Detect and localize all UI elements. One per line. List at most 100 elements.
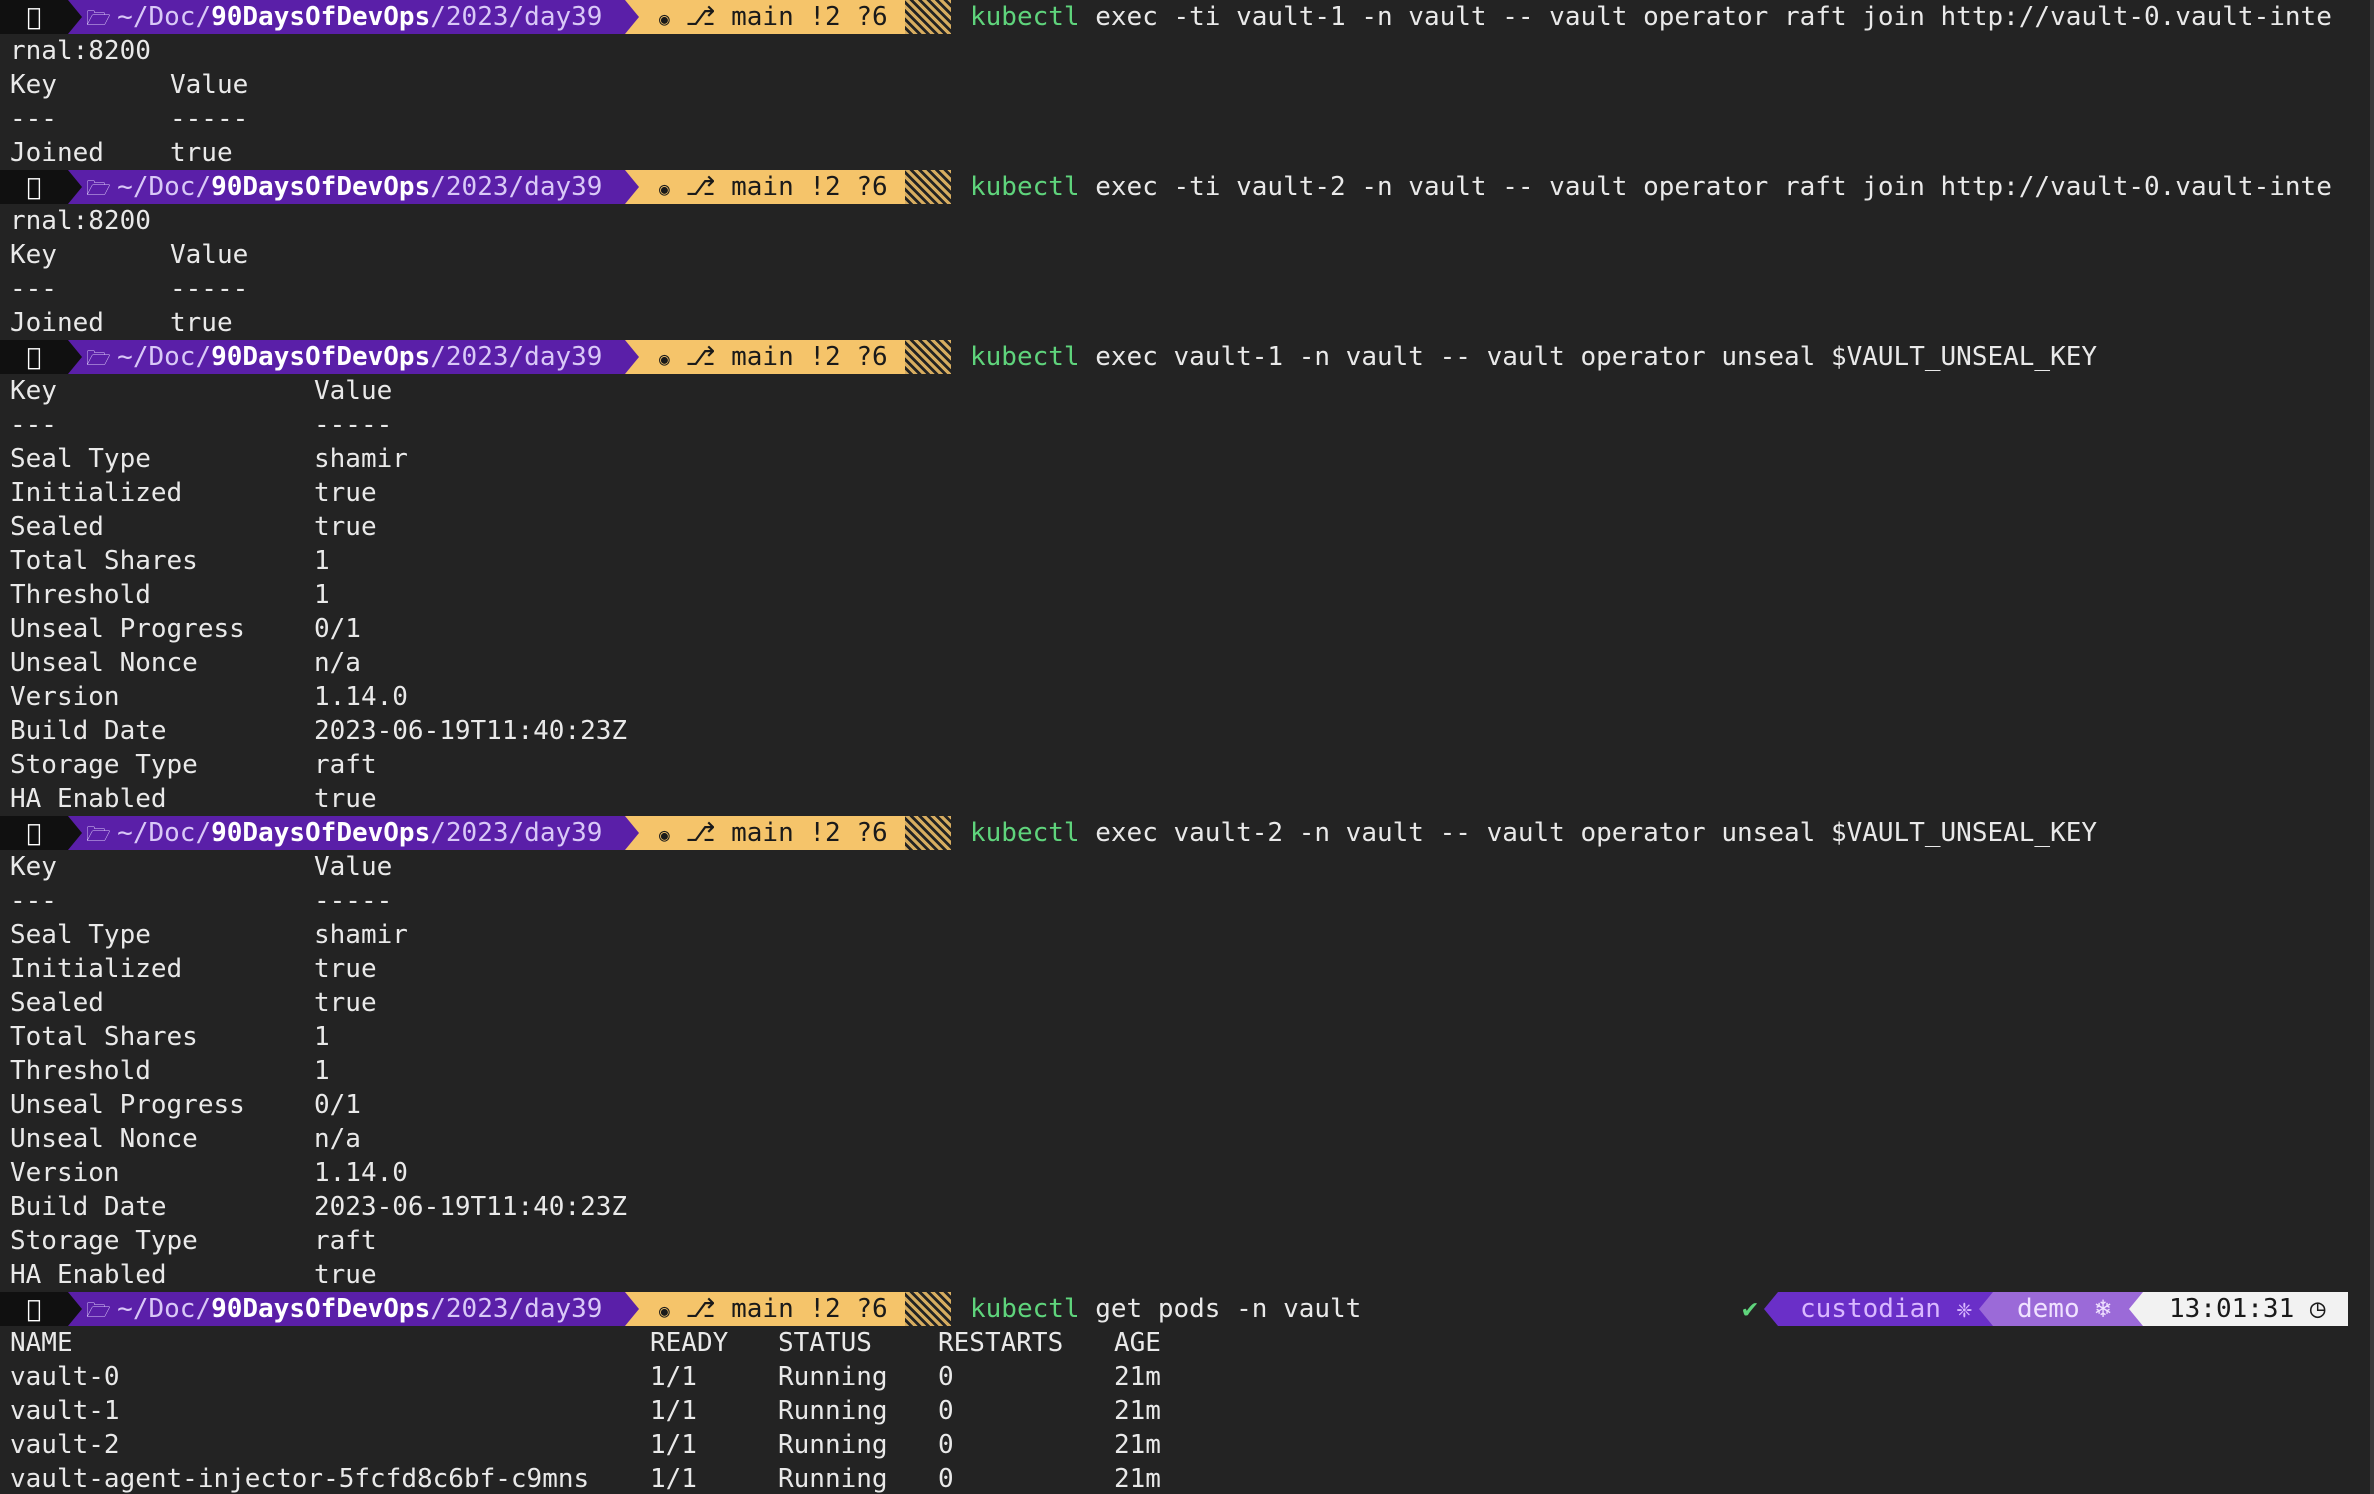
command-text: kubectl exec vault-1 -n vault -- vault o… bbox=[970, 340, 2097, 374]
output-key: --- bbox=[10, 886, 57, 916]
table-header-cell: NAME bbox=[10, 1328, 73, 1358]
table-cell: Running bbox=[778, 1396, 888, 1426]
output-value: 0/1 bbox=[314, 614, 361, 644]
git-branch-icon: ⎇ bbox=[669, 2, 732, 32]
kube-namespace-text: demo bbox=[2017, 1294, 2080, 1324]
output-value: Value bbox=[314, 376, 393, 406]
prompt-git-status: ◉ ⎇ main !2 ?6 bbox=[625, 816, 905, 850]
segment-separator bbox=[625, 816, 639, 850]
snowflake-icon: ❄ bbox=[2079, 1294, 2111, 1324]
output-value: 1 bbox=[314, 546, 330, 576]
prompt-dither-edge bbox=[905, 340, 951, 374]
dir-repo: 90DaysOfDevOps bbox=[211, 172, 431, 202]
prompt-directory: 🗁 ~/Doc/90DaysOfDevOps/2023/day39 bbox=[68, 340, 625, 374]
output-value: 0/1 bbox=[314, 1090, 361, 1120]
output-value: 1 bbox=[314, 1056, 330, 1086]
output-value: true bbox=[314, 784, 377, 814]
prompt-dither-edge bbox=[905, 816, 951, 850]
segment-separator bbox=[625, 340, 639, 374]
command-keyword: kubectl bbox=[970, 342, 1080, 372]
output-key: Seal Type bbox=[10, 444, 151, 474]
output-key: --- bbox=[10, 274, 57, 304]
table-cell: 1/1 bbox=[650, 1396, 697, 1426]
dir-suffix: /2023/day39 bbox=[430, 1294, 603, 1324]
output-value: 1.14.0 bbox=[314, 682, 408, 712]
segment-separator bbox=[68, 1292, 82, 1326]
dir-repo: 90DaysOfDevOps bbox=[211, 1294, 431, 1324]
dir-prefix: ~/Doc/ bbox=[117, 2, 212, 32]
output-value: true bbox=[314, 1260, 377, 1290]
output-key: Sealed bbox=[10, 988, 104, 1018]
prompt-dither-edge bbox=[905, 1292, 951, 1326]
output-value: 1 bbox=[314, 1022, 330, 1052]
time-text: 13:01:31 bbox=[2169, 1294, 2295, 1324]
output-key: Build Date bbox=[10, 716, 167, 746]
git-status-text: main !2 ?6 bbox=[731, 342, 888, 372]
github-icon: ◉ bbox=[659, 825, 670, 846]
git-branch-icon: ⎇ bbox=[669, 818, 732, 848]
output-value: true bbox=[314, 478, 377, 508]
table-cell: 0 bbox=[938, 1396, 954, 1426]
prompt-directory: 🗁 ~/Doc/90DaysOfDevOps/2023/day39 bbox=[68, 816, 625, 850]
table-cell: 21m bbox=[1114, 1362, 1161, 1392]
dir-prefix: ~/Doc/ bbox=[117, 818, 212, 848]
output-value: ----- bbox=[314, 410, 393, 440]
output-value: Value bbox=[170, 70, 249, 100]
output-value: ----- bbox=[170, 274, 249, 304]
output-key: Seal Type bbox=[10, 920, 151, 950]
kube-context: custodian ❈ bbox=[1778, 1292, 1993, 1326]
wrapped-command-text: rnal:8200 bbox=[10, 36, 151, 66]
table-cell: 0 bbox=[938, 1430, 954, 1460]
apple-icon:  bbox=[0, 1292, 68, 1326]
table-cell: 0 bbox=[938, 1464, 954, 1494]
output-key: --- bbox=[10, 104, 57, 134]
output-value: 1 bbox=[314, 580, 330, 610]
prompt-git-status: ◉ ⎇ main !2 ?6 bbox=[625, 1292, 905, 1326]
github-icon: ◉ bbox=[659, 349, 670, 370]
table-cell: 21m bbox=[1114, 1396, 1161, 1426]
table-cell: 1/1 bbox=[650, 1362, 697, 1392]
folder-icon: 🗁 bbox=[86, 822, 118, 846]
scrollbar[interactable] bbox=[2370, 0, 2374, 1494]
dir-prefix: ~/Doc/ bbox=[117, 172, 212, 202]
output-value: 1.14.0 bbox=[314, 1158, 408, 1188]
dir-repo: 90DaysOfDevOps bbox=[211, 2, 431, 32]
table-cell: 1/1 bbox=[650, 1464, 697, 1494]
segment-separator bbox=[625, 170, 639, 204]
output-value: true bbox=[314, 988, 377, 1018]
terminal-window[interactable]: 🗁 ~/Doc/90DaysOfDevOps/2023/day39◉ ⎇ ma… bbox=[0, 0, 2374, 1494]
output-key: Build Date bbox=[10, 1192, 167, 1222]
prompt-directory: 🗁 ~/Doc/90DaysOfDevOps/2023/day39 bbox=[68, 0, 625, 34]
prompt-time: 13:01:31 ◷ bbox=[2143, 1292, 2348, 1326]
output-key: HA Enabled bbox=[10, 784, 167, 814]
command-keyword: kubectl bbox=[970, 818, 1080, 848]
output-key: Unseal Nonce bbox=[10, 648, 198, 678]
output-key: Initialized bbox=[10, 954, 183, 984]
prompt-git-status: ◉ ⎇ main !2 ?6 bbox=[625, 0, 905, 34]
prompt-dither-edge bbox=[905, 0, 951, 34]
kube-namespace: demo ❄ bbox=[1993, 1292, 2143, 1326]
command-args: exec vault-2 -n vault -- vault operator … bbox=[1079, 818, 2098, 848]
output-key: Key bbox=[10, 70, 57, 100]
output-key: Joined bbox=[10, 138, 104, 168]
table-cell: 0 bbox=[938, 1362, 954, 1392]
apple-icon:  bbox=[0, 170, 68, 204]
segment-separator bbox=[68, 340, 82, 374]
segment-separator bbox=[68, 816, 82, 850]
output-value: raft bbox=[314, 750, 377, 780]
command-args: exec vault-1 -n vault -- vault operator … bbox=[1079, 342, 2098, 372]
segment-separator bbox=[68, 0, 82, 34]
output-value: ----- bbox=[170, 104, 249, 134]
output-key: Version bbox=[10, 1158, 120, 1188]
output-value: true bbox=[170, 138, 233, 168]
dir-prefix: ~/Doc/ bbox=[117, 342, 212, 372]
command-text: kubectl exec vault-2 -n vault -- vault o… bbox=[970, 816, 2097, 850]
segment-separator bbox=[2129, 1292, 2143, 1326]
github-icon: ◉ bbox=[659, 9, 670, 30]
apple-icon:  bbox=[0, 340, 68, 374]
output-value: true bbox=[170, 308, 233, 338]
output-value: ----- bbox=[314, 886, 393, 916]
segment-separator bbox=[625, 1292, 639, 1326]
output-value: Value bbox=[170, 240, 249, 270]
output-value: true bbox=[314, 512, 377, 542]
